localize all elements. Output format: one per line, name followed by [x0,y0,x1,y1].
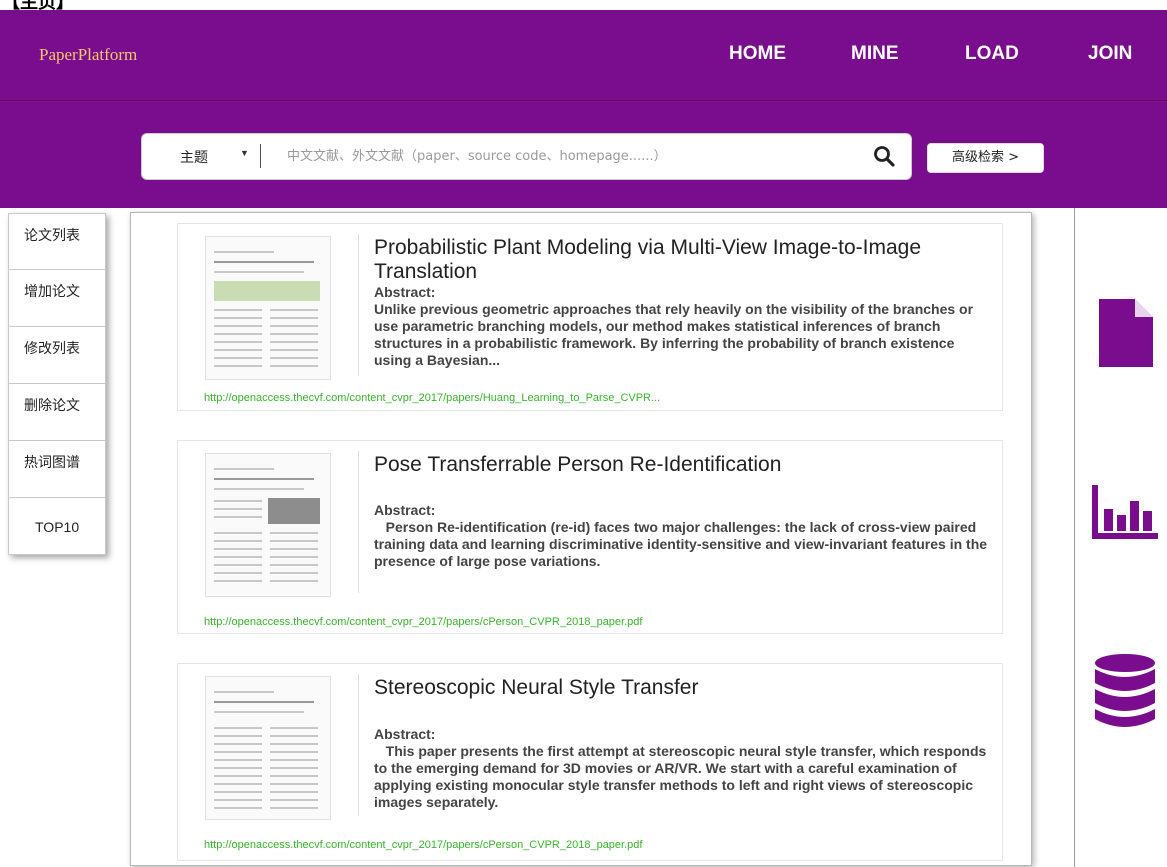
paper-thumbnail[interactable] [205,676,331,820]
thumbnail-divider [358,451,359,593]
paper-url-link[interactable]: http://openaccess.thecvf.com/content_cvp… [204,616,642,628]
advanced-search-button[interactable]: 高级检索 > [927,143,1044,173]
search-box: 主题 ▼ [141,133,912,180]
paper-list-panel: Probabilistic Plant Modeling via Multi-V… [130,212,1032,866]
document-icon[interactable] [1095,297,1157,369]
thumbnail-divider [358,674,359,816]
paper-card[interactable]: Pose Transferrable Person Re-Identificat… [177,440,1003,634]
search-band: 主题 ▼ 高级检索 > [0,101,1167,208]
abstract-label: Abstract: [374,726,436,742]
sidebar-item-paper-list[interactable]: 论文列表 [8,213,106,270]
site-logo[interactable]: PaperPlatform [39,45,137,65]
paper-url-link[interactable]: http://openaccess.thecvf.com/content_cvp… [204,392,660,404]
nav-link-join[interactable]: JOIN [1088,43,1132,65]
paper-thumbnail[interactable] [205,453,331,597]
abstract-label: Abstract: [374,502,436,518]
search-input[interactable] [287,145,847,167]
sidebar-item-hotword-graph[interactable]: 热词图谱 [8,441,106,498]
database-icon[interactable] [1093,653,1157,731]
sidebar-item-top10[interactable]: TOP10 [8,498,106,555]
nav-link-mine[interactable]: MINE [851,43,899,65]
bar-chart-icon[interactable] [1090,483,1160,543]
sidebar-item-add-paper[interactable]: 增加论文 [8,270,106,327]
paper-title[interactable]: Stereoscopic Neural Style Transfer [374,676,994,700]
top-nav-bar: PaperPlatform HOME MINE LOAD JOIN [0,10,1167,101]
paper-title[interactable]: Pose Transferrable Person Re-Identificat… [374,453,994,477]
nav-link-home[interactable]: HOME [729,43,786,65]
search-icon[interactable] [873,145,895,167]
abstract-label: Abstract: [374,284,436,300]
search-divider [260,144,261,168]
paper-abstract: This paper presents the first attempt at… [374,743,991,810]
paper-thumbnail[interactable] [205,236,331,380]
paper-url-link[interactable]: http://openaccess.thecvf.com/content_cvp… [204,839,642,851]
right-column-divider [1074,208,1075,867]
paper-abstract: Unlike previous geometric approaches tha… [374,301,974,368]
paper-card[interactable]: Stereoscopic Neural Style Transfer Abstr… [177,663,1003,861]
sidebar-item-edit-list[interactable]: 修改列表 [8,327,106,384]
left-sidebar: 论文列表 增加论文 修改列表 删除论文 热词图谱 TOP10 [8,213,106,555]
caret-down-icon[interactable]: ▼ [240,148,249,158]
search-type-select[interactable]: 主题 [180,147,208,167]
paper-abstract: Person Re-identification (re-id) faces t… [374,519,991,569]
thumbnail-divider [358,234,359,376]
paper-title[interactable]: Probabilistic Plant Modeling via Multi-V… [374,236,994,284]
sidebar-item-delete-paper[interactable]: 删除论文 [8,384,106,441]
nav-link-load[interactable]: LOAD [965,43,1019,65]
paper-card[interactable]: Probabilistic Plant Modeling via Multi-V… [177,223,1003,411]
